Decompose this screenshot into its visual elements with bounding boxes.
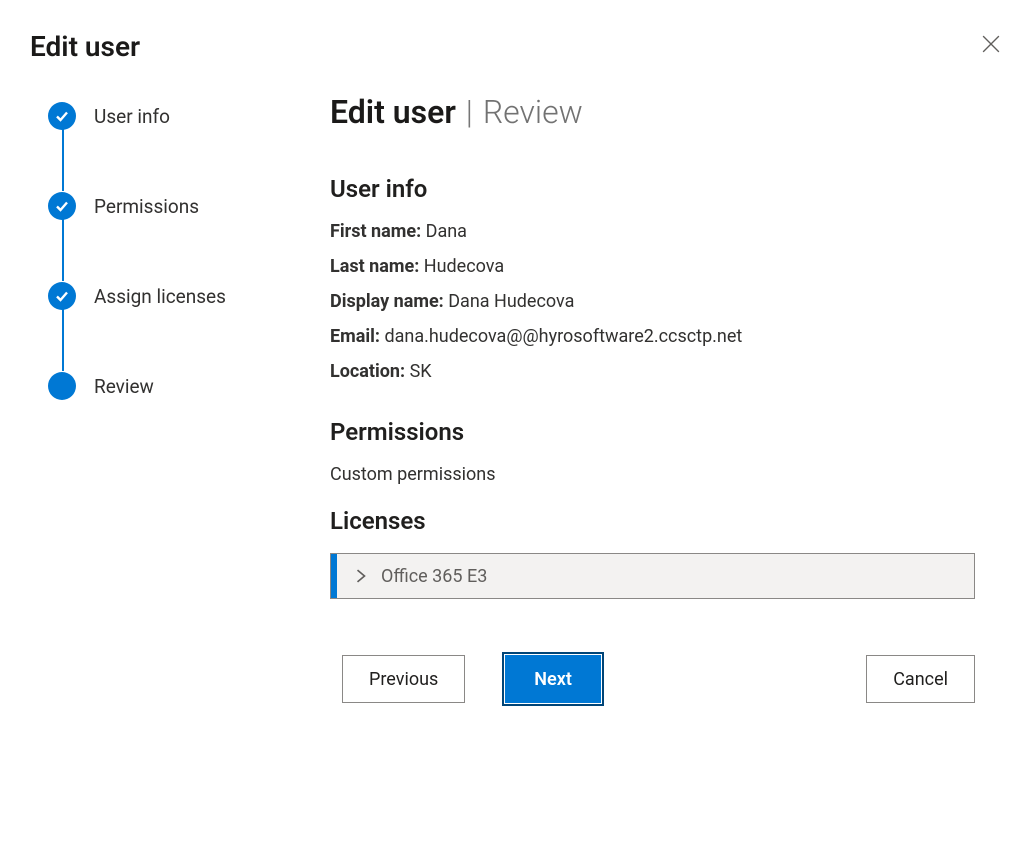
last-name-value: Hudecova bbox=[424, 256, 504, 277]
user-display-name: Display name: Dana Hudecova bbox=[330, 291, 975, 312]
page-title-secondary: Review bbox=[483, 93, 583, 131]
current-step-icon bbox=[48, 372, 76, 400]
wizard-stepper: User info Permissions Assign licenses Re bbox=[30, 87, 290, 703]
check-icon bbox=[48, 192, 76, 220]
edit-user-panel: Edit user User info Permissions bbox=[0, 0, 1035, 847]
page-title-primary: Edit user bbox=[330, 93, 456, 131]
chevron-right-icon bbox=[351, 566, 371, 586]
step-connector bbox=[62, 219, 64, 281]
user-first-name: First name: Dana bbox=[330, 221, 975, 242]
user-location: Location: SK bbox=[330, 361, 975, 382]
email-value: dana.hudecova@@hyrosoftware2.ccsctp.net bbox=[384, 326, 742, 347]
first-name-label: First name bbox=[330, 221, 416, 242]
page-title: Edit user | Review bbox=[330, 93, 975, 131]
step-label: User info bbox=[94, 105, 170, 128]
section-permissions-title: Permissions bbox=[330, 418, 975, 446]
email-label: Email bbox=[330, 326, 375, 347]
previous-button[interactable]: Previous bbox=[342, 655, 465, 703]
accent-bar bbox=[331, 554, 337, 598]
section-licenses-title: Licenses bbox=[330, 507, 975, 535]
main-content: Edit user | Review User info First name:… bbox=[330, 87, 1005, 703]
step-connector bbox=[62, 129, 64, 191]
display-name-label: Display name bbox=[330, 291, 439, 312]
panel-body: User info Permissions Assign licenses Re bbox=[30, 87, 1005, 703]
next-button[interactable]: Next bbox=[505, 655, 601, 703]
wizard-footer: Previous Next Cancel bbox=[330, 655, 975, 703]
location-label: Location bbox=[330, 361, 400, 382]
panel-header: Edit user bbox=[30, 20, 1005, 87]
last-name-label: Last name bbox=[330, 256, 414, 277]
location-value: SK bbox=[410, 361, 432, 382]
display-name-value: Dana Hudecova bbox=[448, 291, 574, 312]
step-label: Assign licenses bbox=[94, 285, 226, 308]
step-label: Permissions bbox=[94, 195, 199, 218]
step-user-info[interactable]: User info bbox=[48, 101, 290, 131]
close-icon bbox=[982, 35, 1000, 53]
first-name-value: Dana bbox=[426, 221, 467, 242]
section-user-info-title: User info bbox=[330, 175, 975, 203]
step-label: Review bbox=[94, 375, 154, 398]
panel-title: Edit user bbox=[30, 30, 140, 63]
step-connector bbox=[62, 309, 64, 371]
check-icon bbox=[48, 282, 76, 310]
user-email: Email: dana.hudecova@@hyrosoftware2.ccsc… bbox=[330, 326, 975, 347]
user-last-name: Last name: Hudecova bbox=[330, 256, 975, 277]
step-review[interactable]: Review bbox=[48, 371, 290, 401]
close-button[interactable] bbox=[975, 28, 1007, 60]
license-label: Office 365 E3 bbox=[381, 566, 487, 587]
page-title-divider: | bbox=[464, 93, 475, 131]
step-permissions[interactable]: Permissions bbox=[48, 191, 290, 221]
check-icon bbox=[48, 102, 76, 130]
permissions-summary: Custom permissions bbox=[330, 464, 975, 485]
step-assign-licenses[interactable]: Assign licenses bbox=[48, 281, 290, 311]
license-expander[interactable]: Office 365 E3 bbox=[330, 553, 975, 599]
cancel-button[interactable]: Cancel bbox=[866, 655, 975, 703]
